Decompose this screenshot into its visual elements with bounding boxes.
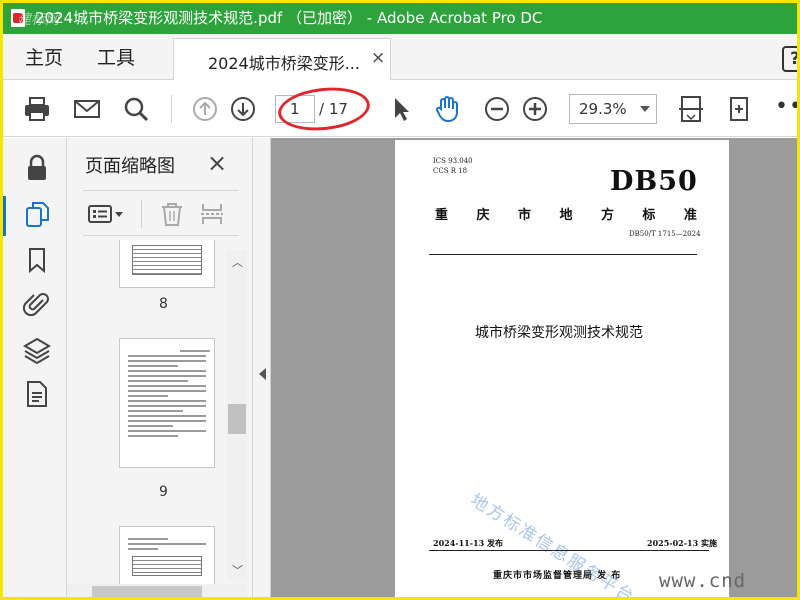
document-tab-label: 2024城市桥梁变形...	[208, 54, 360, 73]
rail-active-indicator	[3, 196, 6, 236]
help-icon[interactable]: ?	[782, 46, 797, 72]
ics-code: ICS 93.040 CCS R 18	[433, 156, 473, 176]
menu-tools[interactable]: 工具	[97, 43, 135, 70]
issuing-region: 重 庆 市 地 方 标 准	[435, 204, 697, 223]
select-cursor-icon[interactable]	[387, 95, 415, 123]
document-title: 城市桥梁变形观测技术规范	[475, 325, 643, 341]
page-down-icon[interactable]	[229, 95, 257, 123]
lock-icon[interactable]	[23, 154, 51, 182]
fit-page-icon[interactable]	[677, 95, 705, 123]
extract-page-icon[interactable]	[199, 201, 225, 227]
window-title: 2024城市桥梁变形观测技术规范.pdf （已加密） - Adobe Acrob…	[35, 9, 543, 27]
close-tab-icon[interactable]: ×	[371, 48, 385, 68]
region-char: 市	[517, 208, 531, 223]
layers-icon[interactable]	[23, 336, 51, 365]
panel-splitter[interactable]	[253, 138, 271, 597]
pdf-page: ICS 93.040 CCS R 18 DB50 重 庆 市 地 方 标 准 D…	[395, 140, 729, 597]
ccs-text: CCS R 18	[433, 167, 468, 175]
document-props-icon[interactable]	[23, 380, 51, 408]
region-char: 庆	[476, 208, 490, 223]
thumbnail-options-icon[interactable]	[87, 201, 125, 227]
standard-code: DB50	[610, 166, 698, 197]
email-icon[interactable]	[73, 95, 101, 123]
zoom-in-icon[interactable]	[521, 95, 549, 123]
pages-icon[interactable]	[23, 200, 51, 228]
app-window: 建标网 2024城市桥梁变形观测技术规范.pdf （已加密） - Adobe A…	[0, 0, 800, 600]
site-watermark: www.cnd	[659, 570, 747, 592]
print-icon[interactable]	[23, 95, 51, 123]
page-thumbnail[interactable]	[119, 526, 215, 590]
thumbnail-list: 8 9	[67, 240, 227, 590]
thumbnail-scrollbar[interactable]: ︿ ﹀	[227, 250, 247, 580]
panel-toolbar	[83, 190, 239, 236]
annotation-circle	[276, 83, 372, 135]
scroll-down-icon[interactable]: ﹀	[232, 562, 243, 578]
thumbnail-page-number: 8	[159, 296, 168, 312]
menu-bar: 主页 工具 2024城市桥梁变形... × ?	[3, 34, 797, 80]
more-options-icon[interactable]: •••	[775, 94, 797, 119]
scroll-up-icon[interactable]: ︿	[232, 254, 243, 270]
title-bar: 建标网 2024城市桥梁变形观测技术规范.pdf （已加密） - Adobe A…	[3, 3, 797, 34]
search-icon[interactable]	[122, 95, 150, 123]
panel-separator	[141, 200, 142, 228]
thumbnail-page-number: 9	[159, 484, 168, 500]
close-panel-icon[interactable]: ×	[207, 149, 227, 177]
publish-date: 2024-11-13 发布	[433, 538, 503, 548]
region-char: 重	[435, 208, 449, 223]
document-view[interactable]: ICS 93.040 CCS R 18 DB50 重 庆 市 地 方 标 准 D…	[271, 138, 797, 597]
zoom-select[interactable]: 29.3%	[569, 94, 657, 124]
menu-home[interactable]: 主页	[25, 43, 63, 70]
bookmark-icon[interactable]	[23, 246, 51, 274]
region-char: 方	[600, 208, 614, 223]
attachment-icon[interactable]	[22, 290, 51, 318]
zoom-value: 29.3%	[579, 100, 627, 118]
toolbar: 1 / 17 29.3% •••	[3, 81, 797, 137]
panel-title: 页面缩略图	[85, 156, 175, 177]
page-thumbnail[interactable]	[119, 240, 215, 288]
thumbnail-hscrollbar[interactable]	[67, 584, 247, 597]
region-char: 准	[683, 208, 697, 223]
thumbnail-panel: 页面缩略图 × 8 9 ︿ ﹀	[67, 138, 253, 597]
implement-date: 2025-02-13 实施	[647, 538, 717, 548]
divider	[429, 254, 697, 255]
toolbar-separator	[171, 95, 172, 123]
page-up-icon[interactable]	[191, 95, 219, 123]
chevron-down-icon	[640, 106, 650, 112]
zoom-out-icon[interactable]	[483, 95, 511, 123]
collapse-panel-icon[interactable]	[259, 368, 266, 380]
hscrollbar-thumb[interactable]	[92, 586, 202, 597]
ics-text: ICS 93.040	[433, 157, 473, 165]
region-char: 地	[559, 208, 573, 223]
rotate-fit-icon[interactable]	[725, 95, 753, 123]
issuer: 重庆市市场监督管理局 发 布	[493, 571, 622, 581]
scrollbar-thumb[interactable]	[228, 404, 246, 434]
left-rail	[3, 138, 67, 597]
hand-tool-icon[interactable]	[433, 95, 461, 123]
divider	[429, 550, 709, 551]
document-tab[interactable]: 2024城市桥梁变形... ×	[173, 38, 391, 80]
standard-number: DB50/T 1715—2024	[629, 230, 701, 238]
page-thumbnail[interactable]	[119, 338, 215, 468]
delete-page-icon[interactable]	[159, 201, 185, 227]
region-char: 标	[642, 208, 656, 223]
